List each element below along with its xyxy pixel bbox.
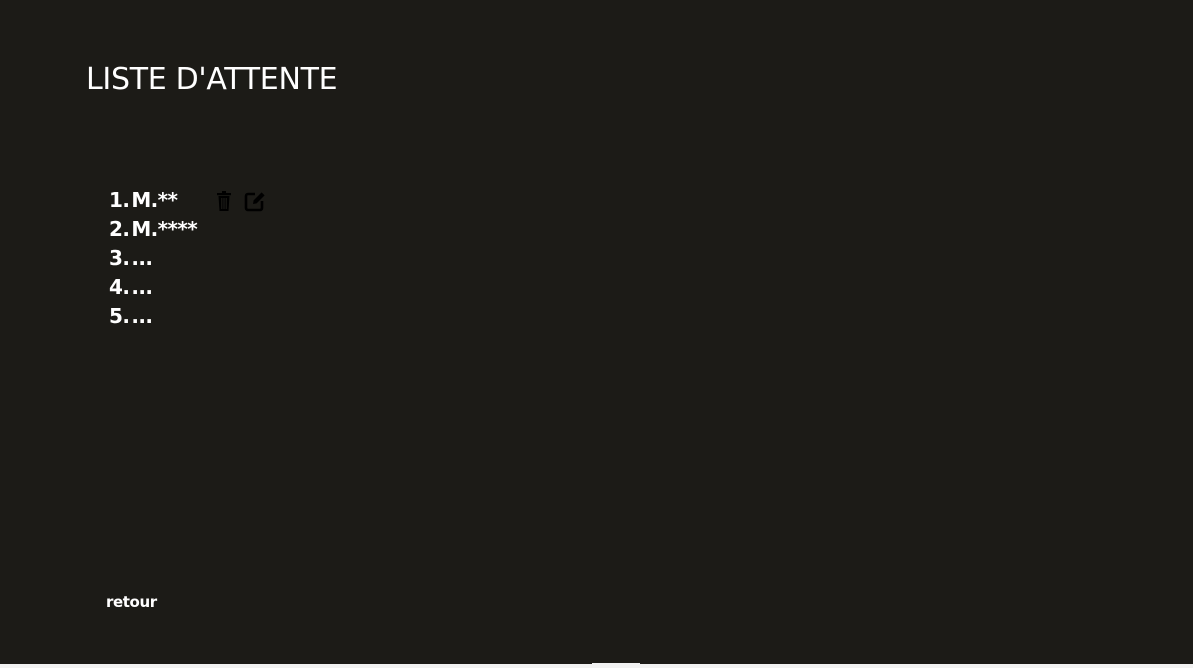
list-item: 5. ...	[109, 302, 266, 331]
list-item: 4. ...	[109, 273, 266, 302]
trash-icon[interactable]	[213, 190, 235, 212]
waitlist: 1. M.** 2. M.**** 3. ... 4. ... 5. ...	[109, 186, 266, 331]
list-item-number: 3.	[109, 246, 130, 270]
list-item: 1. M.**	[109, 186, 266, 215]
list-item-number: 2.	[109, 217, 130, 241]
list-item-name: ...	[131, 246, 153, 270]
list-item-number: 5.	[109, 304, 130, 328]
list-item-name: ...	[131, 275, 153, 299]
bottom-bar	[0, 664, 1193, 668]
list-item-number: 4.	[109, 275, 130, 299]
list-item: 2. M.****	[109, 215, 266, 244]
back-link[interactable]: retour	[106, 592, 157, 612]
list-item-number: 1.	[109, 188, 130, 212]
edit-icon[interactable]	[244, 190, 266, 212]
list-item-actions	[213, 190, 266, 212]
list-item-name: M.****	[131, 217, 198, 241]
list-item-name: M.**	[131, 188, 178, 212]
list-item: 3. ...	[109, 244, 266, 273]
list-item-name: ...	[131, 304, 153, 328]
page-title: LISTE D'ATTENTE	[86, 62, 338, 97]
